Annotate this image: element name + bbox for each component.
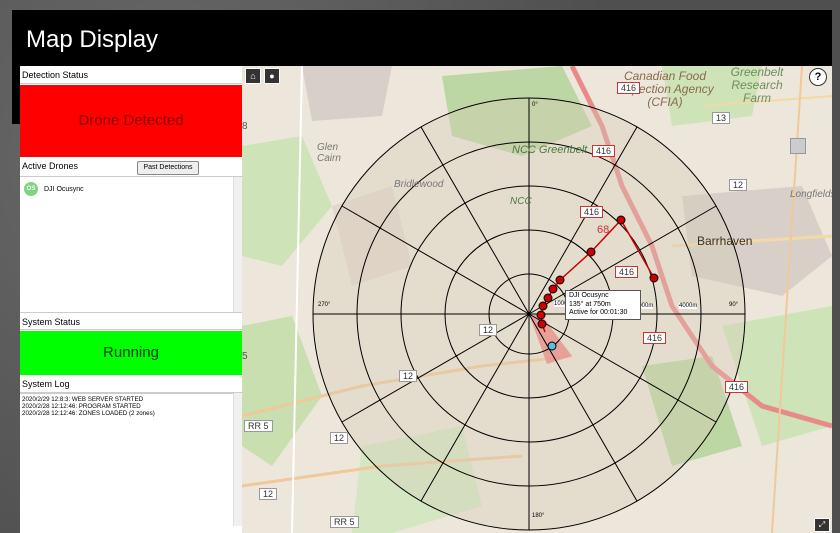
drone-name: DJI Ocusync — [44, 185, 84, 193]
detection-status-indicator: Drone Detected — [20, 85, 242, 157]
radar-bearing-270: 270° — [318, 302, 331, 308]
map-label-glen-cairn: Glen Cairn — [317, 142, 341, 164]
map-label-bridlewood: Bridlewood — [394, 179, 444, 190]
layer-toggle-button[interactable] — [790, 138, 806, 154]
map-label-greenbelt-farm: Greenbelt Research Farm — [730, 66, 784, 105]
map-label-ncc-greenbelt: NCC Greenbelt — [512, 144, 588, 156]
road-shield: 416 — [617, 82, 641, 94]
road-shield: 416 — [643, 332, 667, 344]
log-scrollbar[interactable] — [233, 393, 242, 526]
radar-bearing-180: 180° — [532, 513, 545, 519]
map-label-ncc: NCC — [510, 196, 532, 207]
drone-tooltip: DJI Ocusync 135° at 750m Active for 00:0… — [565, 290, 641, 320]
left-panel: Detection Status Drone Detected Active D… — [20, 66, 242, 533]
road-label-8: 8 — [242, 121, 248, 132]
window-title: Map Display — [12, 10, 832, 66]
road-shield: 12 — [259, 488, 278, 500]
road-label-5: 5 — [242, 351, 248, 362]
radar-bearing-0: 0° — [532, 102, 538, 108]
help-icon[interactable]: ? — [809, 68, 827, 86]
log-line: 2020/2/29 12:8:3: WEB SERVER STARTED — [22, 396, 144, 403]
list-item[interactable]: OS DJI Ocusync — [24, 181, 84, 197]
road-shield: 13 — [712, 112, 731, 124]
system-status-indicator: Running — [20, 331, 242, 375]
map-label-barrhaven: Barrhaven — [697, 234, 753, 248]
system-status-header: System Status — [20, 312, 242, 330]
drones-scrollbar[interactable] — [233, 177, 242, 312]
drone-type-badge: OS — [24, 182, 38, 196]
road-shield: RR 5 — [330, 516, 359, 528]
road-label-68: 68 — [597, 224, 610, 236]
map-label-longfields: Longfields — [790, 189, 832, 200]
log-line: 2020/2/28 12:12:46: ZONES LOADED (2 zone… — [22, 410, 155, 417]
location-icon[interactable]: ● — [264, 68, 280, 84]
home-icon[interactable]: ⌂ — [245, 68, 261, 84]
title-frame-left — [12, 66, 20, 124]
active-drones-header: Active Drones — [22, 161, 79, 171]
fullscreen-icon[interactable]: ⤢ — [814, 518, 830, 532]
tooltip-active: Active for 00:01:30 — [569, 309, 628, 316]
map-view[interactable]: Canadian Food Inspection Agency (CFIA) G… — [242, 66, 832, 533]
tooltip-name: DJI Ocusync — [569, 292, 609, 299]
road-shield: 12 — [479, 324, 498, 336]
tooltip-bearing: 135° at 750m — [569, 300, 611, 308]
detection-status-header: Detection Status — [20, 66, 242, 84]
system-log: 2020/2/29 12:8:3: WEB SERVER STARTED 202… — [20, 393, 242, 526]
map-canvas — [242, 66, 832, 533]
road-shield: 416 — [615, 266, 639, 278]
active-drones-list: OS DJI Ocusync — [20, 176, 242, 312]
road-shield: RR 5 — [244, 420, 273, 432]
system-log-header: System Log — [20, 375, 242, 393]
road-shield: 416 — [580, 206, 604, 218]
past-detections-button[interactable]: Past Detections — [137, 161, 199, 175]
road-shield: 416 — [725, 381, 749, 393]
road-shield: 12 — [729, 179, 748, 191]
log-line: 2020/2/28 12:12:46: PROGRAM STARTED — [22, 403, 141, 410]
road-shield: 416 — [592, 145, 616, 157]
road-shield: 12 — [399, 370, 418, 382]
road-shield: 12 — [330, 432, 349, 444]
radar-bearing-90: 90° — [729, 302, 739, 308]
radar-range-label: 4000m — [679, 303, 698, 309]
